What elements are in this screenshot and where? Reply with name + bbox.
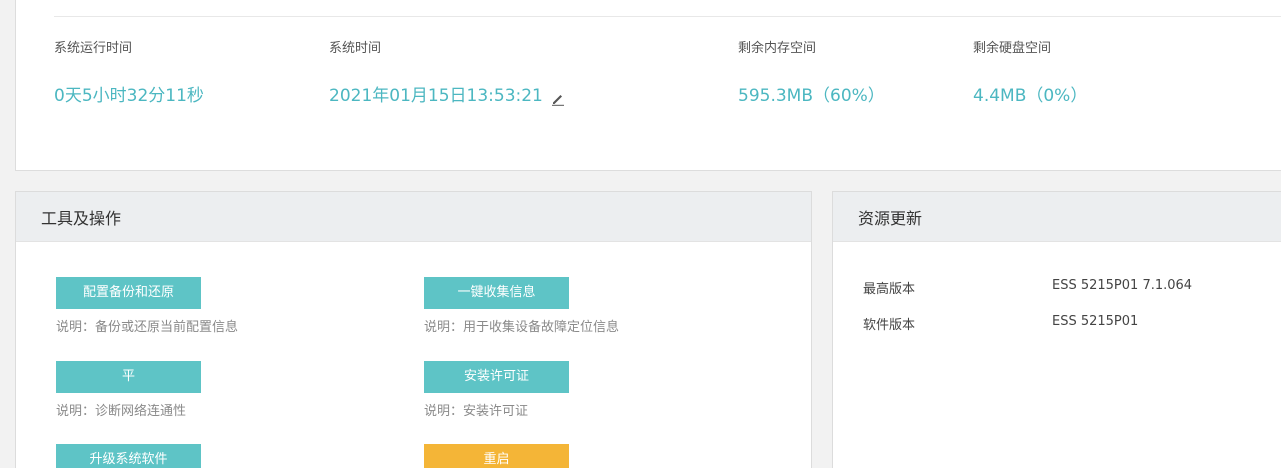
tools-panel-title: 工具及操作 <box>16 192 811 242</box>
config-backup-desc: 说明：备份或还原当前配置信息 <box>56 320 239 335</box>
resource-row-latest: 最高版本 ESS 5215P01 7.1.064 <box>863 278 1192 297</box>
install-license-button[interactable]: 安装许可证 <box>424 361 569 393</box>
tool-install-license: 安装许可证 说明：安装许可证 <box>424 361 569 421</box>
software-version-label: 软件版本 <box>863 318 916 333</box>
latest-version-label: 最高版本 <box>863 282 916 297</box>
tool-reboot: 重启 <box>424 444 569 468</box>
ping-button[interactable]: 平 <box>56 361 201 393</box>
stat-free-memory-value: 595.3MB（60%） <box>738 84 885 108</box>
stat-free-memory-value-text: 595.3MB（60%） <box>738 86 885 106</box>
stat-free-memory-label: 剩余内存空间 <box>738 41 817 56</box>
stat-free-disk: 剩余硬盘空间 4.4MB（0%） <box>973 40 1087 106</box>
resource-panel-title: 资源更新 <box>833 192 1281 242</box>
tool-collect-info: 一键收集信息 说明：用于收集设备故障定位信息 <box>424 277 619 337</box>
stat-system-time-label: 系统时间 <box>329 41 382 56</box>
pencil-edit-icon[interactable] <box>551 89 565 106</box>
stat-system-time-value: 2021年01月15日13:53:21 <box>329 84 565 108</box>
stat-system-time-value-text: 2021年01月15日13:53:21 <box>329 86 543 106</box>
stat-uptime-label: 系统运行时间 <box>54 41 133 56</box>
config-backup-restore-button[interactable]: 配置备份和还原 <box>56 277 201 309</box>
collect-info-button[interactable]: 一键收集信息 <box>424 277 569 309</box>
stat-uptime-value-text: 0天5小时32分11秒 <box>54 86 204 106</box>
system-status-panel: 系统运行时间 0天5小时32分11秒 系统时间 2021年01月15日13:53… <box>15 0 1281 171</box>
tools-panel: 工具及操作 配置备份和还原 说明：备份或还原当前配置信息 一键收集信息 说明：用… <box>15 191 812 468</box>
collect-info-desc: 说明：用于收集设备故障定位信息 <box>424 320 620 335</box>
ping-desc: 说明：诊断网络连通性 <box>56 404 187 419</box>
status-divider <box>54 16 1281 17</box>
latest-version-value: ESS 5215P01 7.1.064 <box>1052 278 1193 293</box>
stat-free-disk-value-text: 4.4MB（0%） <box>973 86 1088 106</box>
upgrade-software-button[interactable]: 升级系统软件 <box>56 444 201 468</box>
tool-ping: 平 说明：诊断网络连通性 <box>56 361 201 421</box>
stat-system-time: 系统时间 2021年01月15日13:53:21 <box>329 40 564 106</box>
stat-uptime: 系统运行时间 0天5小时32分11秒 <box>54 40 204 106</box>
stat-free-memory: 剩余内存空间 595.3MB（60%） <box>738 40 885 106</box>
tool-config-backup: 配置备份和还原 说明：备份或还原当前配置信息 <box>56 277 238 337</box>
stat-uptime-value: 0天5小时32分11秒 <box>54 84 204 108</box>
reboot-button[interactable]: 重启 <box>424 444 569 468</box>
resource-update-panel: 资源更新 最高版本 ESS 5215P01 7.1.064 软件版本 ESS 5… <box>832 191 1281 468</box>
stat-free-disk-value: 4.4MB（0%） <box>973 84 1087 108</box>
install-license-desc: 说明：安装许可证 <box>424 404 529 419</box>
tool-upgrade: 升级系统软件 <box>56 444 201 468</box>
stat-free-disk-label: 剩余硬盘空间 <box>973 41 1052 56</box>
software-version-value: ESS 5215P01 <box>1052 314 1139 329</box>
resource-row-software: 软件版本 ESS 5215P01 <box>863 314 1138 333</box>
